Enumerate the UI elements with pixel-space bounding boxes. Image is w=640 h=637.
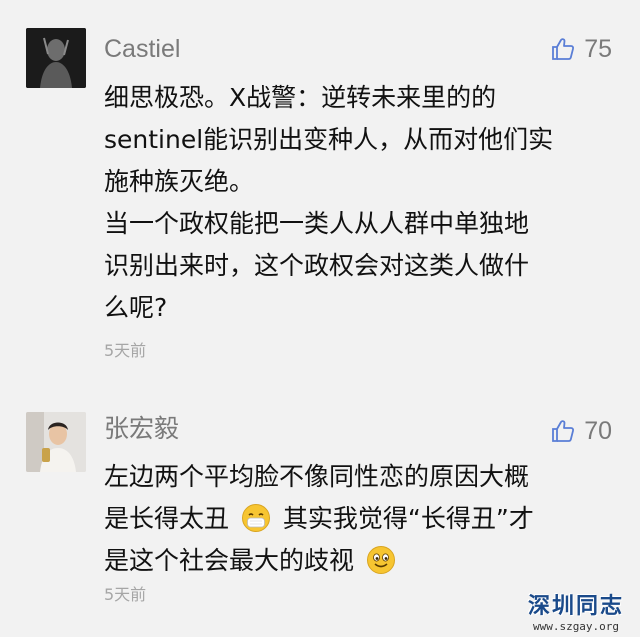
comment-item: Castiel 75 细思极恐。X战警：逆转未来里的的 sentinel能识别出…: [0, 0, 640, 390]
comment-line: 识别出来时，这个政权会对这类人做什: [104, 251, 530, 280]
avatar[interactable]: [26, 412, 86, 472]
username[interactable]: 张宏毅: [104, 414, 179, 444]
comment-line: 施种族灭绝。: [104, 167, 255, 196]
thumbs-up-icon: [552, 38, 575, 60]
watermark-url: www.szgay.org: [532, 620, 620, 633]
comment-fragment: 是这个社会最大的歧视: [104, 546, 355, 575]
comment-fragment: 其实我觉得“长得丑”才: [282, 504, 534, 533]
like-count: 70: [584, 417, 612, 445]
timestamp: 5天前: [104, 341, 147, 360]
username[interactable]: Castiel: [104, 34, 180, 64]
dark-figure-avatar-icon: [26, 28, 86, 88]
mask-emoji-icon: [241, 504, 270, 532]
comment-line: 是长得太丑 其实我觉得“长得丑”才: [104, 498, 619, 540]
comment-line: 是这个社会最大的歧视: [104, 540, 619, 582]
smile-emoji-icon: [366, 546, 395, 574]
watermark-logo: 深圳同志 www.szgay.org: [520, 588, 632, 633]
comment-text: 细思极恐。X战警：逆转未来里的的 sentinel能识别出变种人，从而对他们实 …: [104, 77, 619, 329]
comment-line: 左边两个平均脸不像同性恋的原因大概: [104, 462, 530, 491]
avatar[interactable]: [26, 28, 86, 88]
comment-line: 细思极恐。X战警：逆转未来里的的: [104, 83, 497, 112]
comment-fragment: 是长得太丑: [104, 504, 230, 533]
comment-text: 左边两个平均脸不像同性恋的原因大概 是长得太丑 其实我觉得“长得丑”才 是这个社…: [104, 456, 619, 582]
thumbs-up-icon: [552, 420, 575, 442]
like-button[interactable]: 70: [550, 416, 612, 446]
like-count: 75: [584, 35, 612, 63]
person-photo-avatar-icon: [26, 412, 86, 472]
watermark-title: 深圳同志: [527, 594, 624, 619]
like-button[interactable]: 75: [550, 34, 612, 64]
comment-line: 么呢?: [104, 293, 168, 322]
timestamp: 5天前: [104, 585, 147, 604]
comment-line: 当一个政权能把一类人从人群中单独地: [104, 209, 530, 238]
comment-line: sentinel能识别出变种人，从而对他们实: [104, 125, 554, 154]
